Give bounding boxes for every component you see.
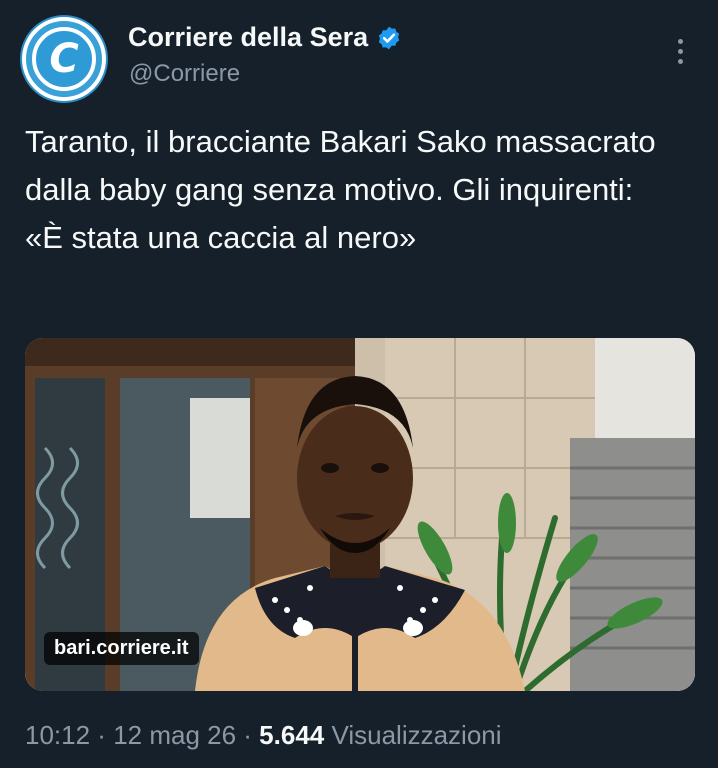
avatar[interactable]: C bbox=[22, 17, 106, 101]
tweet-text: Taranto, il bracciante Bakari Sako massa… bbox=[25, 124, 656, 255]
tweet-time[interactable]: 10:12 bbox=[25, 720, 90, 750]
link-domain-badge[interactable]: bari.corriere.it bbox=[44, 632, 199, 665]
meta-separator: · bbox=[90, 720, 114, 750]
verified-badge-icon bbox=[376, 25, 402, 51]
views-count[interactable]: 5.644 bbox=[259, 720, 324, 750]
meta-separator: · bbox=[236, 720, 260, 750]
more-options-icon[interactable] bbox=[665, 36, 695, 66]
avatar-logo: C bbox=[32, 27, 96, 91]
author-handle[interactable]: @Corriere bbox=[129, 60, 240, 88]
author-name-row[interactable]: Corriere della Sera bbox=[128, 22, 402, 53]
author-name[interactable]: Corriere della Sera bbox=[128, 22, 368, 53]
tweet-date[interactable]: 12 mag 26 bbox=[113, 720, 236, 750]
tweet-meta: 10:12 · 12 mag 26 · 5.644 Visualizzazion… bbox=[25, 720, 502, 751]
views-label[interactable]: Visualizzazioni bbox=[324, 720, 501, 750]
